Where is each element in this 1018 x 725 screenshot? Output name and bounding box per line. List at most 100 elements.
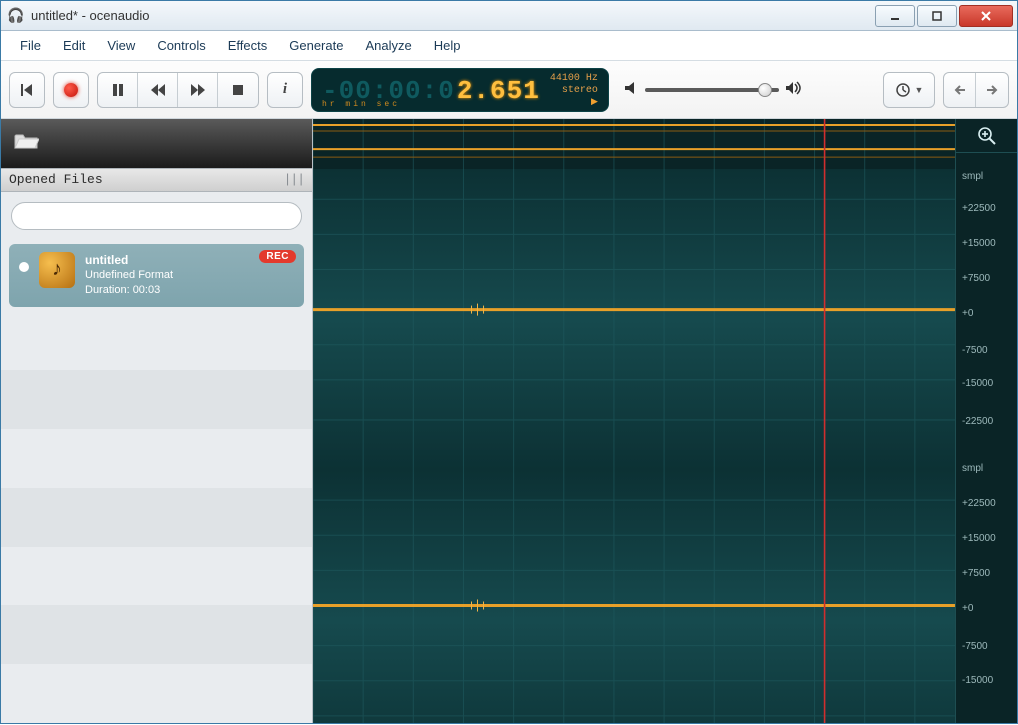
ruler-tick: +15000 <box>962 238 996 249</box>
file-slot-empty <box>1 311 312 370</box>
rec-badge: REC <box>259 250 296 263</box>
rewind-icon <box>150 83 166 97</box>
waveform-canvas[interactable] <box>313 119 955 723</box>
sidebar-search-wrap <box>1 192 312 240</box>
time-current-part: 2.651 <box>457 76 540 106</box>
ruler-tick: +15000 <box>962 533 996 544</box>
sidebar-grip-icon[interactable]: ||| <box>284 172 304 187</box>
file-slot-empty <box>1 429 312 488</box>
time-units-label: hr min sec <box>322 100 400 109</box>
forward-icon <box>190 83 206 97</box>
clock-icon <box>895 82 911 98</box>
menu-bar: File Edit View Controls Effects Generate… <box>1 31 1017 61</box>
volume-slider-thumb[interactable] <box>758 83 772 97</box>
menu-view[interactable]: View <box>96 31 146 60</box>
menu-file[interactable]: File <box>9 31 52 60</box>
zoom-in-icon <box>977 126 997 146</box>
sample-rate-label: 44100 Hz <box>550 73 598 85</box>
waveform-panel: smpl +22500 +15000 +7500 +0 -7500 -15000… <box>313 119 1017 723</box>
window-minimize-button[interactable] <box>875 5 915 27</box>
toolbar: i -00:00:0 2.651 44100 Hz stereo ▶ hr mi… <box>1 61 1017 119</box>
amplitude-ruler: smpl +22500 +15000 +7500 +0 -7500 -15000… <box>955 119 1017 723</box>
record-button[interactable] <box>53 72 89 108</box>
ruler-label-smpl: smpl <box>962 171 983 182</box>
stop-button[interactable] <box>218 73 258 107</box>
ruler-tick: -7500 <box>962 345 988 356</box>
pause-icon <box>111 83 125 97</box>
chevron-down-icon: ▼ <box>915 85 924 95</box>
sidebar-header-label: Opened Files <box>9 172 103 187</box>
window-titlebar: 🎧 untitled* - ocenaudio <box>1 1 1017 31</box>
open-folder-button[interactable] <box>13 130 39 158</box>
maximize-icon <box>931 10 943 22</box>
file-slot-empty <box>1 488 312 547</box>
menu-help[interactable]: Help <box>423 31 472 60</box>
time-meta: 44100 Hz stereo ▶ <box>550 73 598 108</box>
volume-control <box>623 80 803 99</box>
file-list-item[interactable]: ♪ untitled Undefined Format Duration: 00… <box>9 244 304 308</box>
close-icon <box>979 9 993 23</box>
volume-loud-icon[interactable] <box>785 80 803 99</box>
info-icon: i <box>283 81 287 98</box>
ruler-tick: +7500 <box>962 568 990 579</box>
ruler-tick: -15000 <box>962 675 993 686</box>
ruler-tick: -7500 <box>962 641 988 652</box>
nav-forward-button[interactable] <box>976 73 1008 107</box>
app-icon: 🎧 <box>7 7 25 25</box>
record-icon <box>64 83 78 97</box>
ruler-tick: +0 <box>962 308 973 319</box>
nav-back-button[interactable] <box>944 73 976 107</box>
main-area: Opened Files ||| ♪ untitled Undefined Fo… <box>1 119 1017 723</box>
volume-mute-icon[interactable] <box>623 80 639 99</box>
file-duration-label: Duration: 00:03 <box>85 283 173 298</box>
file-slot-empty <box>1 605 312 664</box>
goto-start-icon <box>19 82 35 98</box>
ruler-tick: -22500 <box>962 416 993 427</box>
play-indicator-icon: ▶ <box>591 97 598 108</box>
ruler-tick: +22500 <box>962 203 996 214</box>
menu-effects[interactable]: Effects <box>217 31 279 60</box>
history-dropdown-button[interactable]: ▼ <box>883 72 935 108</box>
sidebar-search-input[interactable] <box>11 202 302 230</box>
ruler-tick: +0 <box>962 603 973 614</box>
menu-edit[interactable]: Edit <box>52 31 96 60</box>
rewind-button[interactable] <box>138 73 178 107</box>
info-button[interactable]: i <box>267 72 303 108</box>
pause-button[interactable] <box>98 73 138 107</box>
ruler-tick: -15000 <box>962 378 993 389</box>
minimize-icon <box>889 10 901 22</box>
file-format-label: Undefined Format <box>85 268 173 283</box>
volume-slider[interactable] <box>645 88 779 92</box>
zoom-in-button[interactable] <box>956 119 1017 153</box>
stop-icon <box>231 83 245 97</box>
time-display-panel[interactable]: -00:00:0 2.651 44100 Hz stereo ▶ hr min … <box>311 68 609 112</box>
goto-start-button[interactable] <box>9 72 45 108</box>
sidebar-header: Opened Files ||| <box>1 168 312 192</box>
ruler-label-smpl: smpl <box>962 463 983 474</box>
ruler-tick: +22500 <box>962 498 996 509</box>
file-slot-empty <box>1 664 312 723</box>
window-title: untitled* - ocenaudio <box>31 8 150 23</box>
menu-generate[interactable]: Generate <box>278 31 354 60</box>
file-meta: untitled Undefined Format Duration: 00:0… <box>85 252 173 298</box>
window-close-button[interactable] <box>959 5 1013 27</box>
arrow-right-icon <box>985 84 999 96</box>
ruler-tick: +7500 <box>962 273 990 284</box>
forward-button[interactable] <box>178 73 218 107</box>
waveform-svg <box>313 119 955 723</box>
arrow-left-icon <box>953 84 967 96</box>
menu-controls[interactable]: Controls <box>146 31 216 60</box>
transport-group <box>97 72 259 108</box>
menu-analyze[interactable]: Analyze <box>354 31 422 60</box>
sidebar-toolbar <box>1 119 312 168</box>
file-name-label: untitled <box>85 252 173 268</box>
file-slot-empty <box>1 547 312 606</box>
window-maximize-button[interactable] <box>917 5 957 27</box>
file-selected-indicator-icon <box>19 262 29 272</box>
file-slot-empty <box>1 370 312 429</box>
sidebar: Opened Files ||| ♪ untitled Undefined Fo… <box>1 119 313 723</box>
folder-icon <box>13 130 39 152</box>
nav-group <box>943 72 1009 108</box>
channels-label: stereo <box>562 85 598 97</box>
file-thumbnail-icon: ♪ <box>39 252 75 288</box>
